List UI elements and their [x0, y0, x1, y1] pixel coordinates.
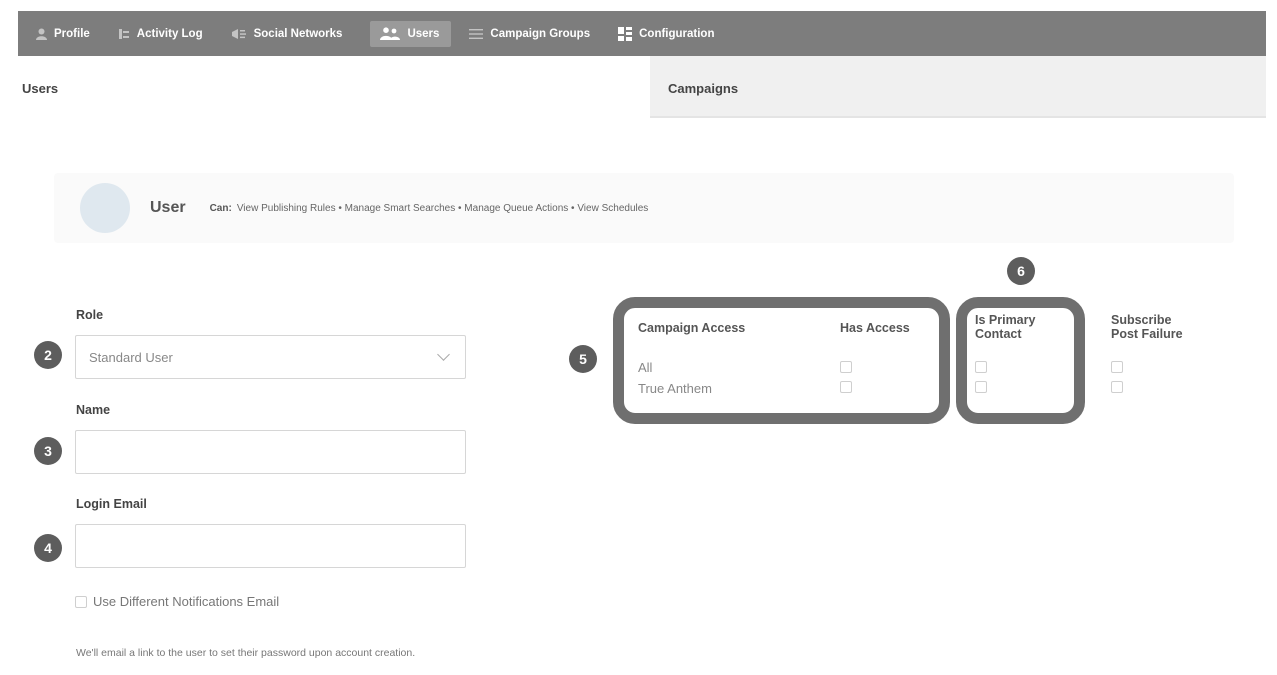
nav-item-label: Configuration — [639, 27, 715, 40]
nav-item-social-networks[interactable]: Social Networks — [231, 21, 353, 47]
permissions-label: Can: — [209, 202, 232, 214]
name-label: Name — [76, 403, 111, 417]
nav-item-label: Campaign Groups — [490, 27, 591, 40]
login-email-input[interactable] — [75, 524, 466, 568]
nav-item-users[interactable]: Users — [370, 20, 452, 47]
password-note: We'll email a link to the user to set th… — [76, 647, 416, 659]
role-select-value: Standard User — [89, 349, 173, 365]
chevron-down-icon — [437, 347, 450, 361]
users-icon — [380, 27, 401, 40]
primary-contact-checkbox-all[interactable] — [975, 361, 987, 373]
step-badge-4: 4 — [34, 534, 62, 562]
has-access-checkbox-all[interactable] — [840, 361, 852, 373]
subscribe-checkbox-true-anthem[interactable] — [1111, 381, 1123, 393]
login-email-label: Login Email — [76, 497, 147, 511]
nav-item-campaign-groups[interactable]: Campaign Groups — [469, 21, 600, 47]
role-title: User — [150, 199, 186, 216]
primary-contact-checkbox-true-anthem[interactable] — [975, 381, 987, 393]
nav-item-label: Users — [407, 27, 440, 40]
different-email-label: Use Different Notifications Email — [93, 594, 280, 609]
is-primary-contact-header: Is Primary Contact — [975, 313, 1036, 341]
nav-item-label: Profile — [54, 27, 90, 40]
grid-icon — [618, 26, 633, 41]
step-badge-6: 6 — [1007, 257, 1035, 285]
has-access-header: Has Access — [840, 321, 910, 335]
has-access-checkbox-true-anthem[interactable] — [840, 381, 852, 393]
role-label: Role — [76, 308, 104, 322]
name-input[interactable] — [75, 430, 466, 474]
nav-item-label: Social Networks — [253, 27, 343, 40]
tab-campaigns[interactable]: Campaigns — [650, 56, 1266, 118]
nav-item-configuration[interactable]: Configuration — [618, 21, 724, 47]
role-summary-card: User Can: View Publishing Rules • Manage… — [54, 173, 1234, 243]
permissions-list: View Publishing Rules • Manage Smart Sea… — [236, 202, 649, 214]
nav-item-profile[interactable]: Profile — [36, 21, 100, 47]
campaign-row-name: True Anthem — [638, 381, 712, 396]
avatar — [80, 183, 130, 233]
different-email-option: Use Different Notifications Email — [75, 594, 279, 609]
megaphone-icon — [231, 28, 247, 40]
role-select[interactable]: Standard User — [75, 335, 466, 379]
person-icon — [36, 28, 47, 40]
nav-item-label: Activity Log — [136, 27, 203, 40]
tab-users[interactable]: Users — [18, 56, 650, 118]
campaign-row-name: All — [638, 360, 653, 375]
nav-item-activity-log[interactable]: Activity Log — [118, 21, 213, 47]
subscribe-post-failure-header: Subscribe Post Failure — [1111, 313, 1183, 341]
list-icon — [469, 28, 484, 40]
log-icon — [118, 28, 130, 40]
campaign-access-highlight — [613, 297, 950, 424]
top-navigation: Profile Activity Log Social Networks Use… — [18, 11, 1266, 56]
step-badge-2: 2 — [34, 341, 62, 369]
tab-bar: Users Campaigns — [18, 56, 1266, 118]
different-email-checkbox[interactable] — [75, 595, 87, 608]
campaign-access-header: Campaign Access — [638, 321, 746, 335]
step-badge-3: 3 — [34, 437, 62, 465]
step-badge-5: 5 — [569, 345, 597, 373]
subscribe-checkbox-all[interactable] — [1111, 361, 1123, 373]
